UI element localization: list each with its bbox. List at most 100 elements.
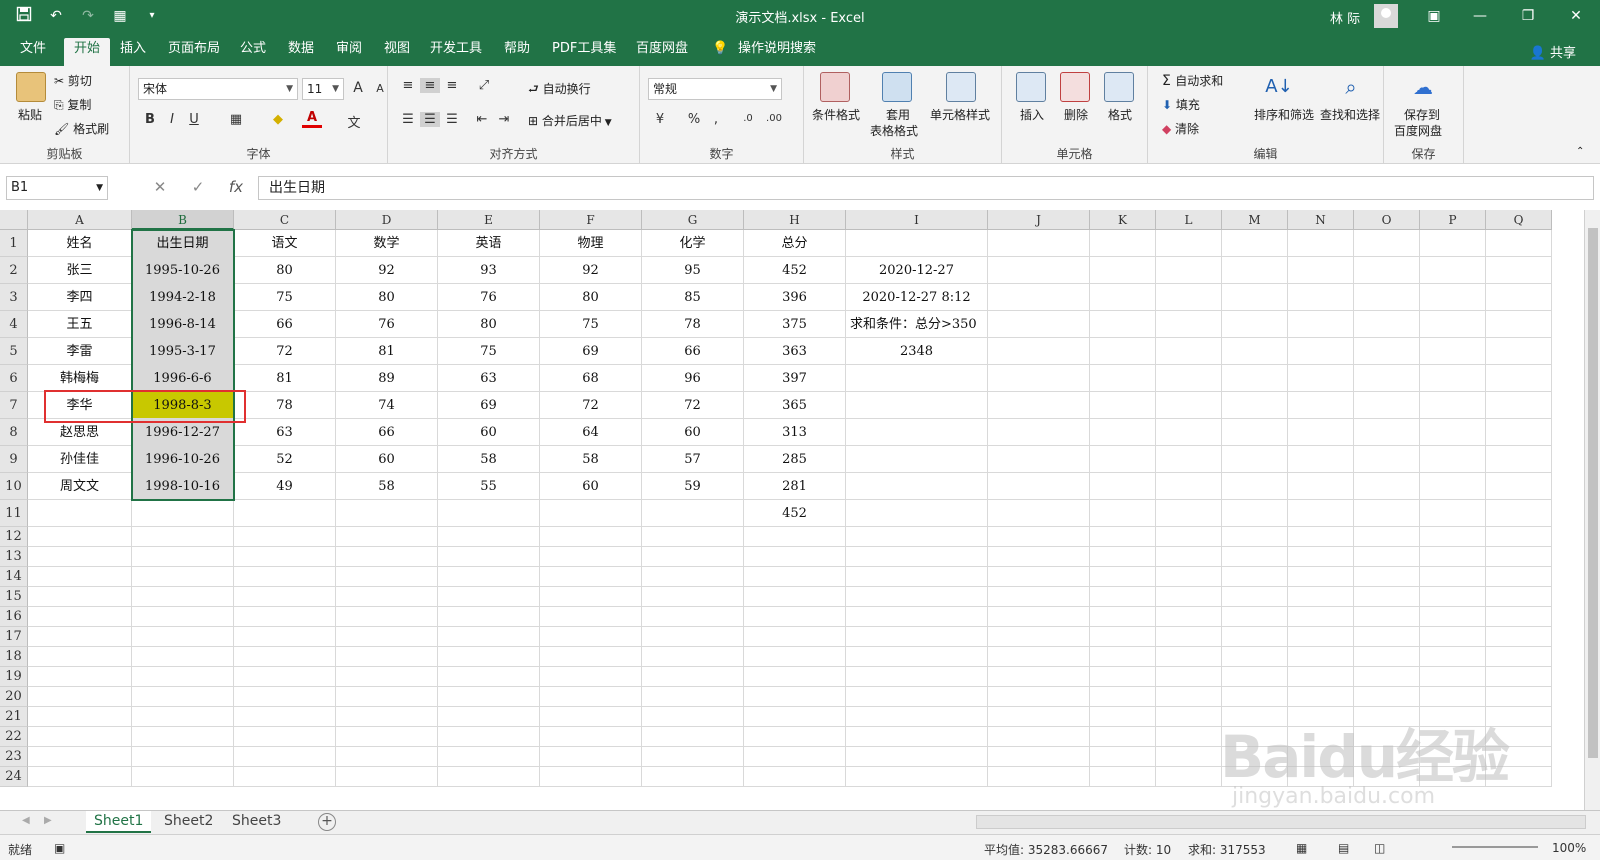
row-header-6[interactable]: 6	[0, 365, 28, 392]
insert-cells-button[interactable]: 插入	[1020, 106, 1044, 123]
cell-e9[interactable]: 58	[438, 446, 540, 473]
cell-f19[interactable]	[540, 667, 642, 687]
cell-k5[interactable]	[1090, 338, 1156, 365]
cell-a5[interactable]: 李雷	[28, 338, 132, 365]
cell-j4[interactable]	[988, 311, 1090, 338]
cell-n6[interactable]	[1288, 365, 1354, 392]
cell-p24[interactable]	[1420, 767, 1486, 787]
cell-l6[interactable]	[1156, 365, 1222, 392]
undo-icon[interactable]: ↶	[46, 6, 66, 26]
cell-f6[interactable]: 68	[540, 365, 642, 392]
cell-j11[interactable]	[988, 500, 1090, 527]
cell-q10[interactable]	[1486, 473, 1552, 500]
cell-q20[interactable]	[1486, 687, 1552, 707]
cell-f3[interactable]: 80	[540, 284, 642, 311]
format-cells-button[interactable]: 格式	[1108, 106, 1132, 123]
cell-p12[interactable]	[1420, 527, 1486, 547]
cell-a8[interactable]: 赵思思	[28, 419, 132, 446]
cell-l1[interactable]	[1156, 230, 1222, 257]
cell-m4[interactable]	[1222, 311, 1288, 338]
cell-g6[interactable]: 96	[642, 365, 744, 392]
cell-p13[interactable]	[1420, 547, 1486, 567]
cell-c12[interactable]	[234, 527, 336, 547]
save-icon[interactable]	[14, 6, 34, 26]
cell-l24[interactable]	[1156, 767, 1222, 787]
cell-g7[interactable]: 72	[642, 392, 744, 419]
horizontal-scrollbar[interactable]	[976, 815, 1586, 829]
cell-j9[interactable]	[988, 446, 1090, 473]
cell-styles-button[interactable]: 单元格样式	[930, 106, 990, 123]
row-header-21[interactable]: 21	[0, 707, 28, 727]
cell-q4[interactable]	[1486, 311, 1552, 338]
cell-p15[interactable]	[1420, 587, 1486, 607]
worksheet-grid[interactable]: A B C D E F G H I J K L M N O P Q 1 2 3 4 5 6 7 8 9 10 11 12 13 14 15 16…	[0, 210, 1600, 810]
cell-k14[interactable]	[1090, 567, 1156, 587]
cell-j24[interactable]	[988, 767, 1090, 787]
cell-k20[interactable]	[1090, 687, 1156, 707]
minimize-button[interactable]: —	[1470, 6, 1490, 26]
row-header-10[interactable]: 10	[0, 473, 28, 500]
formula-input[interactable]: 出生日期	[258, 176, 1594, 200]
cell-f17[interactable]	[540, 627, 642, 647]
cell-j1[interactable]	[988, 230, 1090, 257]
cell-h2[interactable]: 452	[744, 257, 846, 284]
wrap-text-button[interactable]: ⮐ 自动换行	[528, 80, 591, 101]
cell-p5[interactable]	[1420, 338, 1486, 365]
cell-o13[interactable]	[1354, 547, 1420, 567]
cell-k19[interactable]	[1090, 667, 1156, 687]
name-box[interactable]: B1 ▼	[6, 176, 108, 200]
cell-n22[interactable]	[1288, 727, 1354, 747]
cell-b15[interactable]	[132, 587, 234, 607]
cell-f13[interactable]	[540, 547, 642, 567]
decrease-indent-icon[interactable]: ⇤	[472, 112, 492, 127]
cell-e23[interactable]	[438, 747, 540, 767]
delete-cells-icon[interactable]	[1060, 72, 1090, 102]
cell-f21[interactable]	[540, 707, 642, 727]
cell-f20[interactable]	[540, 687, 642, 707]
cell-l9[interactable]	[1156, 446, 1222, 473]
cell-b17[interactable]	[132, 627, 234, 647]
cell-l11[interactable]	[1156, 500, 1222, 527]
cell-k21[interactable]	[1090, 707, 1156, 727]
cell-q21[interactable]	[1486, 707, 1552, 727]
user-name[interactable]: 林 际	[1330, 8, 1360, 27]
cell-n2[interactable]	[1288, 257, 1354, 284]
tab-page-layout[interactable]: 页面布局	[164, 38, 224, 66]
cell-m24[interactable]	[1222, 767, 1288, 787]
cell-b22[interactable]	[132, 727, 234, 747]
cell-o14[interactable]	[1354, 567, 1420, 587]
cell-a16[interactable]	[28, 607, 132, 627]
cell-j10[interactable]	[988, 473, 1090, 500]
cell-i22[interactable]	[846, 727, 988, 747]
cell-g14[interactable]	[642, 567, 744, 587]
currency-icon[interactable]: ¥	[650, 112, 670, 127]
cell-l13[interactable]	[1156, 547, 1222, 567]
cell-o10[interactable]	[1354, 473, 1420, 500]
sort-filter-button[interactable]: 排序和筛选	[1254, 106, 1314, 123]
cell-j20[interactable]	[988, 687, 1090, 707]
format-painter-button[interactable]: 🖌 格式刷	[54, 120, 109, 137]
row-header-8[interactable]: 8	[0, 419, 28, 446]
cell-f8[interactable]: 64	[540, 419, 642, 446]
cell-j18[interactable]	[988, 647, 1090, 667]
cell-l21[interactable]	[1156, 707, 1222, 727]
cell-l5[interactable]	[1156, 338, 1222, 365]
cell-o1[interactable]	[1354, 230, 1420, 257]
cell-j16[interactable]	[988, 607, 1090, 627]
cell-i17[interactable]	[846, 627, 988, 647]
cloud-icon[interactable]: ☁	[1408, 72, 1438, 102]
font-color-icon[interactable]: A	[302, 110, 322, 128]
cell-l18[interactable]	[1156, 647, 1222, 667]
scroll-tabs-left-icon[interactable]: ◀	[14, 811, 38, 833]
cell-a7[interactable]: 李华	[28, 392, 132, 419]
cell-m10[interactable]	[1222, 473, 1288, 500]
cell-n19[interactable]	[1288, 667, 1354, 687]
cell-h6[interactable]: 397	[744, 365, 846, 392]
cell-n11[interactable]	[1288, 500, 1354, 527]
save-to-netdisk-button-2[interactable]: 百度网盘	[1394, 122, 1442, 139]
column-header-k[interactable]: K	[1090, 210, 1156, 230]
cell-b16[interactable]	[132, 607, 234, 627]
column-header-g[interactable]: G	[642, 210, 744, 230]
cell-m15[interactable]	[1222, 587, 1288, 607]
column-header-l[interactable]: L	[1156, 210, 1222, 230]
